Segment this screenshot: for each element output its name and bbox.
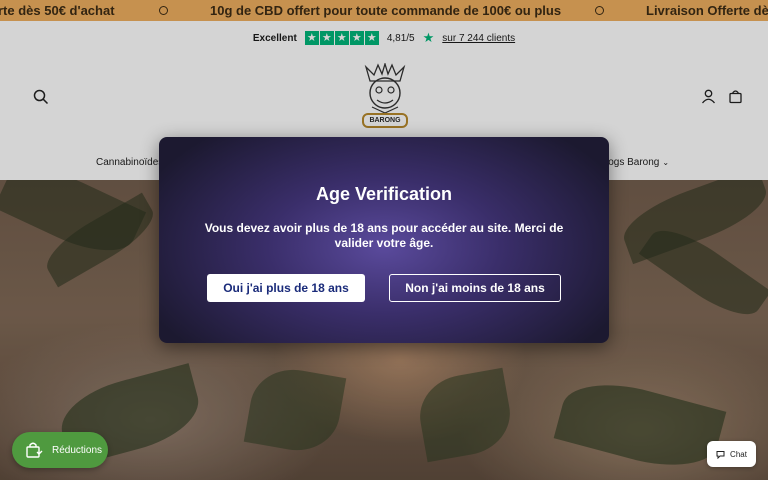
reductions-button[interactable]: Réductions bbox=[12, 432, 108, 468]
confirm-adult-button[interactable]: Oui j'ai plus de 18 ans bbox=[207, 274, 365, 302]
chat-bubble-icon bbox=[716, 450, 725, 459]
deny-adult-button[interactable]: Non j'ai moins de 18 ans bbox=[389, 274, 561, 302]
reductions-label: Réductions bbox=[52, 444, 103, 456]
chat-label: Chat bbox=[730, 449, 747, 459]
chat-button[interactable]: Chat bbox=[707, 441, 756, 467]
modal-body-text: Vous devez avoir plus de 18 ans pour acc… bbox=[204, 221, 564, 250]
modal-title: Age Verification bbox=[315, 184, 453, 204]
gift-bag-icon bbox=[26, 442, 43, 458]
age-verification-modal: Age Verification Vous devez avoir plus d… bbox=[159, 137, 609, 343]
